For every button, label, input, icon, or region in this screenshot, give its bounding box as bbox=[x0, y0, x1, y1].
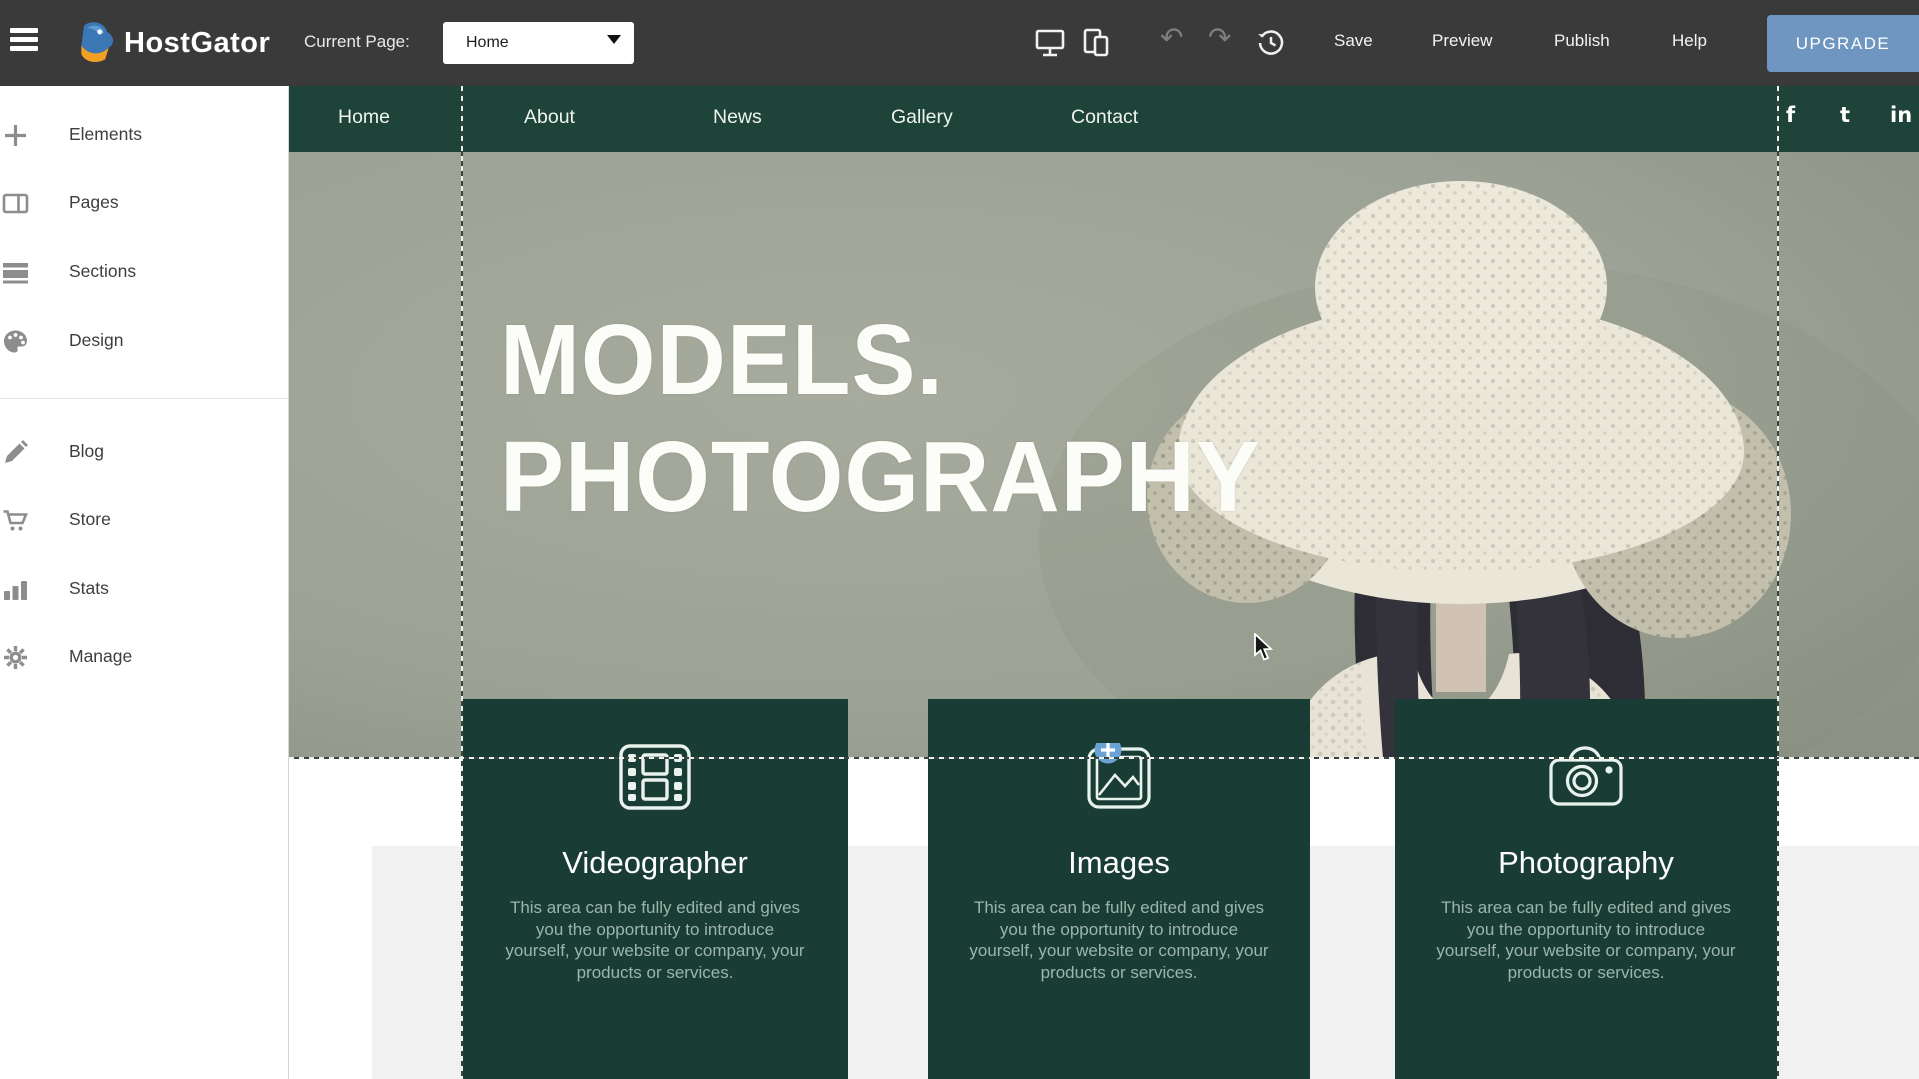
nav-link-contact[interactable]: Contact bbox=[1071, 106, 1138, 129]
selection-border-bottom bbox=[289, 757, 1919, 759]
film-icon bbox=[462, 743, 848, 811]
save-button[interactable]: Save bbox=[1334, 31, 1373, 51]
card-body: This area can be fully edited and gives … bbox=[504, 897, 806, 983]
sidebar-item-label: Pages bbox=[69, 192, 119, 213]
sidebar-item-label: Store bbox=[69, 509, 111, 530]
mobile-view-icon[interactable] bbox=[1080, 27, 1112, 59]
sidebar-item-sections[interactable]: Sections bbox=[0, 251, 288, 295]
site-navbar: Home About News Gallery Contact f t in bbox=[289, 86, 1919, 152]
help-button[interactable]: Help bbox=[1672, 31, 1707, 51]
facebook-icon[interactable]: f bbox=[1786, 103, 1795, 127]
selection-border-right bbox=[1777, 86, 1779, 1079]
publish-button[interactable]: Publish bbox=[1554, 31, 1610, 51]
pages-icon bbox=[2, 190, 29, 217]
card-body: This area can be fully edited and gives … bbox=[968, 897, 1270, 983]
nav-link-about[interactable]: About bbox=[524, 106, 575, 129]
sidebar-item-label: Elements bbox=[69, 124, 142, 145]
sidebar-item-label: Stats bbox=[69, 578, 109, 599]
hostgator-logo: HostGator bbox=[74, 20, 284, 66]
sidebar-item-label: Sections bbox=[69, 261, 136, 282]
image-plus-icon bbox=[928, 743, 1310, 811]
preview-button[interactable]: Preview bbox=[1432, 31, 1492, 51]
sidebar-item-manage[interactable]: Manage bbox=[0, 636, 288, 680]
current-page-label: Current Page: bbox=[304, 32, 410, 52]
page-select-value: Home bbox=[466, 34, 509, 52]
plus-icon bbox=[2, 122, 29, 149]
pencil-icon bbox=[2, 439, 29, 466]
hostgator-mascot-icon bbox=[74, 19, 118, 68]
palette-icon bbox=[2, 328, 29, 355]
site-canvas[interactable]: Home About News Gallery Contact f t in bbox=[289, 86, 1919, 1079]
card-title: Videographer bbox=[462, 845, 848, 881]
sections-icon bbox=[2, 259, 29, 286]
sidebar-item-label: Design bbox=[69, 330, 123, 351]
history-icon[interactable] bbox=[1256, 28, 1288, 60]
menu-icon[interactable] bbox=[10, 28, 38, 56]
redo-icon[interactable]: ↷ bbox=[1208, 21, 1231, 54]
brand-text: HostGator bbox=[124, 27, 270, 60]
builder-sidebar: Elements Pages Sections Design bbox=[0, 86, 289, 1079]
nav-link-home[interactable]: Home bbox=[338, 106, 390, 129]
hero-title-line2: PHOTOGRAPHY bbox=[500, 419, 1261, 536]
sidebar-item-label: Manage bbox=[69, 646, 132, 667]
undo-icon[interactable]: ↶ bbox=[1160, 21, 1183, 54]
card-title: Photography bbox=[1395, 845, 1777, 881]
upgrade-button[interactable]: UPGRADE bbox=[1767, 15, 1919, 72]
nav-link-gallery[interactable]: Gallery bbox=[891, 106, 953, 129]
sidebar-divider bbox=[0, 398, 288, 399]
bar-chart-icon bbox=[2, 576, 29, 603]
camera-icon bbox=[1395, 743, 1777, 811]
cart-icon bbox=[2, 507, 29, 534]
sidebar-item-store[interactable]: Store bbox=[0, 499, 288, 543]
card-title: Images bbox=[928, 845, 1310, 881]
sidebar-item-pages[interactable]: Pages bbox=[0, 182, 288, 226]
sidebar-item-blog[interactable]: Blog bbox=[0, 431, 288, 475]
card-photography[interactable]: Photography This area can be fully edite… bbox=[1395, 699, 1777, 1079]
sidebar-item-design[interactable]: Design bbox=[0, 320, 288, 364]
desktop-view-icon[interactable] bbox=[1034, 27, 1066, 59]
selection-border-left bbox=[461, 86, 463, 1079]
hero-title-line1: MODELS. bbox=[500, 302, 1261, 419]
card-videographer[interactable]: Videographer This area can be fully edit… bbox=[462, 699, 848, 1079]
hero-title[interactable]: MODELS. PHOTOGRAPHY bbox=[500, 302, 1261, 536]
page-select-dropdown[interactable]: Home bbox=[443, 22, 634, 64]
card-body: This area can be fully edited and gives … bbox=[1435, 897, 1737, 983]
builder-topbar: HostGator Current Page: Home ↶ ↷ bbox=[0, 0, 1919, 86]
sidebar-item-elements[interactable]: Elements bbox=[0, 114, 288, 158]
hero-section[interactable]: MODELS. PHOTOGRAPHY bbox=[289, 152, 1919, 758]
sidebar-item-stats[interactable]: Stats bbox=[0, 568, 288, 612]
chevron-down-icon bbox=[607, 35, 621, 44]
card-images[interactable]: Images This area can be fully edited and… bbox=[928, 699, 1310, 1079]
sidebar-item-label: Blog bbox=[69, 441, 104, 462]
twitter-icon[interactable]: t bbox=[1840, 103, 1850, 127]
nav-link-news[interactable]: News bbox=[713, 106, 762, 129]
linkedin-icon[interactable]: in bbox=[1890, 103, 1912, 127]
gear-icon bbox=[2, 644, 29, 671]
